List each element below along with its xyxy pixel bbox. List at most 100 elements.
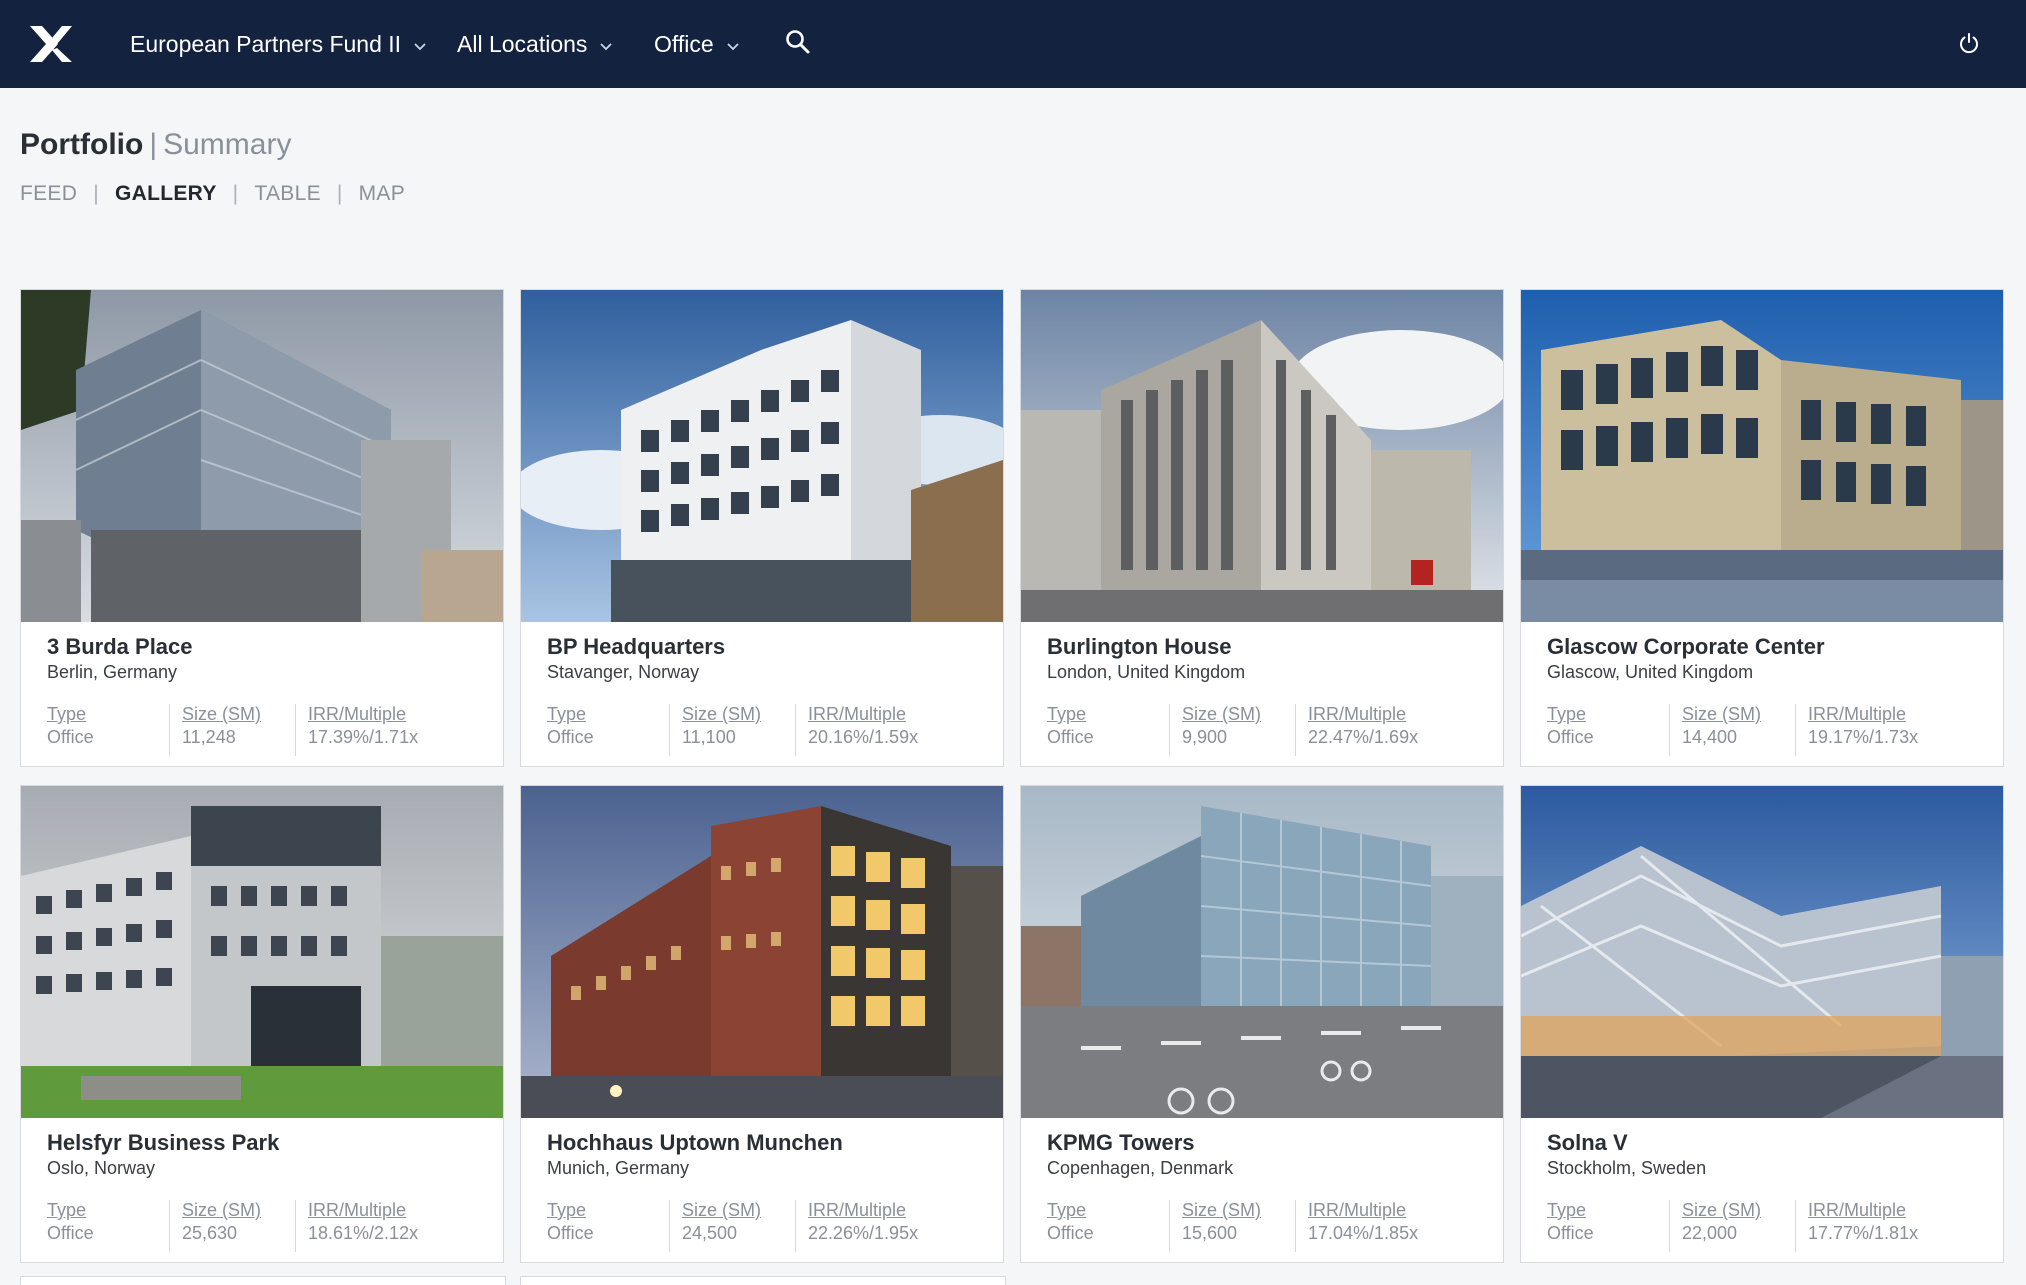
property-card-partial[interactable] — [20, 1276, 506, 1285]
stat-irr: IRR/Multiple 20.16%/1.59x — [795, 704, 918, 756]
property-photo — [21, 290, 503, 622]
view-tabs: FEED | GALLERY | TABLE | MAP — [20, 182, 405, 206]
stat-size: Size (SM) 15,600 — [1169, 1200, 1261, 1252]
stat-irr-label: IRR/Multiple — [308, 704, 407, 724]
stat-irr-label: IRR/Multiple — [1808, 704, 1907, 724]
property-card[interactable]: Solna V Stockholm, Sweden Type Office Si… — [1520, 785, 2004, 1263]
property-location: Stavanger, Norway — [547, 662, 700, 682]
stat-type: Type Office — [47, 704, 94, 756]
stat-type-label: Type — [47, 704, 87, 724]
property-location: Copenhagen, Denmark — [1047, 1158, 1234, 1178]
stat-irr-value: 17.77%/1.81x — [1808, 1223, 1919, 1243]
tab-feed[interactable]: FEED — [20, 182, 77, 206]
property-card[interactable]: Helsfyr Business Park Oslo, Norway Type … — [20, 785, 504, 1263]
stat-type-label: Type — [547, 1200, 587, 1220]
page-title-sub: Summary — [163, 128, 292, 161]
stat-type: Type Office — [547, 1200, 594, 1252]
stat-irr-value: 17.39%/1.71x — [308, 727, 419, 747]
power-icon[interactable] — [1958, 32, 1980, 54]
property-photo — [521, 786, 1003, 1118]
stat-type-label: Type — [1547, 704, 1587, 724]
search-icon[interactable] — [785, 29, 811, 55]
stat-size-value: 15,600 — [1182, 1223, 1238, 1243]
stat-irr: IRR/Multiple 17.39%/1.71x — [295, 704, 418, 756]
stat-size-value: 24,500 — [682, 1223, 738, 1243]
property-location: Munich, Germany — [547, 1158, 690, 1178]
stat-type: Type Office — [547, 704, 594, 756]
property-card[interactable]: Burlington House London, United Kingdom … — [1020, 289, 1504, 767]
property-name: 3 Burda Place — [47, 634, 193, 659]
x-logo-icon[interactable] — [28, 24, 74, 64]
type-selector[interactable]: Office — [654, 0, 740, 88]
stat-type: Type Office — [1047, 704, 1094, 756]
property-card[interactable]: Glascow Corporate Center Glascow, United… — [1520, 289, 2004, 767]
stat-size-label: Size (SM) — [1182, 1200, 1262, 1220]
property-card[interactable]: BP Headquarters Stavanger, Norway Type O… — [520, 289, 1004, 767]
property-card[interactable]: KPMG Towers Copenhagen, Denmark Type Off… — [1020, 785, 1504, 1263]
stat-irr-label: IRR/Multiple — [808, 1200, 907, 1220]
tab-map[interactable]: MAP — [359, 182, 405, 206]
stat-irr-label: IRR/Multiple — [1308, 704, 1407, 724]
property-location: Oslo, Norway — [47, 1158, 156, 1178]
property-photo — [21, 786, 503, 1118]
stat-type-label: Type — [547, 704, 587, 724]
property-name: BP Headquarters — [547, 634, 726, 659]
property-photo — [1021, 290, 1503, 622]
fund-selector[interactable]: European Partners Fund II — [130, 0, 427, 88]
property-name: KPMG Towers — [1047, 1130, 1195, 1155]
stat-size-label: Size (SM) — [182, 704, 262, 724]
stat-irr: IRR/Multiple 19.17%/1.73x — [1795, 704, 1918, 756]
stat-type-label: Type — [1547, 1200, 1587, 1220]
stat-size: Size (SM) 24,500 — [669, 1200, 761, 1252]
property-photo — [521, 290, 1003, 622]
stat-size-label: Size (SM) — [182, 1200, 262, 1220]
stat-irr: IRR/Multiple 17.04%/1.85x — [1295, 1200, 1418, 1252]
property-name: Hochhaus Uptown Munchen — [547, 1130, 843, 1155]
stat-irr-label: IRR/Multiple — [308, 1200, 407, 1220]
stat-irr: IRR/Multiple 18.61%/2.12x — [295, 1200, 418, 1252]
stat-irr: IRR/Multiple 22.47%/1.69x — [1295, 704, 1418, 756]
location-selector[interactable]: All Locations — [457, 0, 613, 88]
stat-size-value: 25,630 — [182, 1223, 238, 1243]
stat-type: Type Office — [1547, 1200, 1594, 1252]
stat-type: Type Office — [1047, 1200, 1094, 1252]
chevron-down-icon — [414, 43, 426, 51]
property-location: London, United Kingdom — [1047, 662, 1246, 682]
property-photo — [1521, 290, 2003, 622]
page-title: Portfolio | Summary — [20, 128, 291, 162]
property-card[interactable]: 3 Burda Place Berlin, Germany Type Offic… — [20, 289, 504, 767]
stat-irr: IRR/Multiple 17.77%/1.81x — [1795, 1200, 1918, 1252]
stat-irr-value: 22.47%/1.69x — [1308, 727, 1419, 747]
tab-gallery[interactable]: GALLERY — [115, 182, 217, 206]
property-location: Berlin, Germany — [47, 662, 178, 682]
tab-separator: | — [93, 182, 99, 205]
stat-size: Size (SM) 25,630 — [169, 1200, 261, 1252]
stat-type-value: Office — [547, 727, 594, 747]
property-location: Glascow, United Kingdom — [1547, 662, 1754, 682]
property-photo — [1021, 786, 1503, 1118]
stat-size: Size (SM) 11,100 — [669, 704, 761, 756]
stat-irr-value: 20.16%/1.59x — [808, 727, 919, 747]
tab-table[interactable]: TABLE — [254, 182, 320, 206]
stat-type-label: Type — [1047, 704, 1087, 724]
stat-size-value: 11,100 — [682, 727, 736, 747]
stat-size: Size (SM) 11,248 — [169, 704, 261, 756]
stat-type-value: Office — [1047, 727, 1094, 747]
location-selector-label: All Locations — [457, 30, 588, 57]
property-card-partial[interactable] — [520, 1276, 1006, 1285]
stat-size: Size (SM) 14,400 — [1669, 704, 1761, 756]
stat-type-value: Office — [1047, 1223, 1094, 1243]
stat-type-value: Office — [547, 1223, 594, 1243]
chevron-down-icon — [600, 43, 613, 51]
stat-size: Size (SM) 22,000 — [1669, 1200, 1761, 1252]
property-name: Burlington House — [1047, 634, 1232, 659]
stat-irr-label: IRR/Multiple — [808, 704, 907, 724]
property-name: Glascow Corporate Center — [1547, 634, 1825, 659]
stat-size-label: Size (SM) — [1682, 1200, 1762, 1220]
property-name: Helsfyr Business Park — [47, 1130, 280, 1155]
property-card[interactable]: Hochhaus Uptown Munchen Munich, Germany … — [520, 785, 1004, 1263]
stat-type-value: Office — [1547, 1223, 1594, 1243]
stat-type-value: Office — [47, 727, 94, 747]
stat-size-label: Size (SM) — [682, 704, 762, 724]
page-title-main: Portfolio — [20, 128, 144, 161]
